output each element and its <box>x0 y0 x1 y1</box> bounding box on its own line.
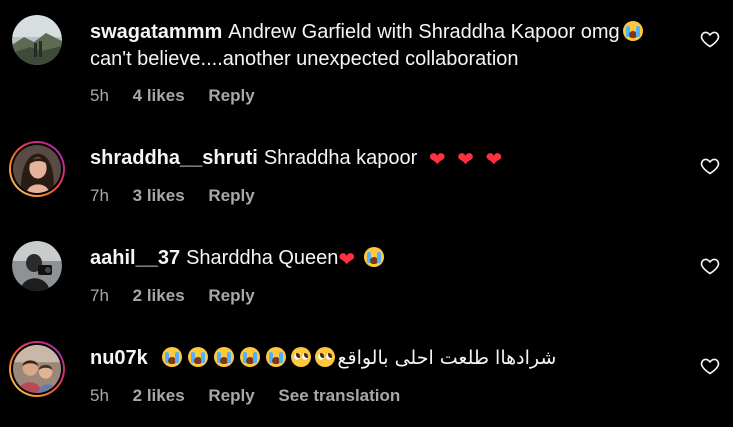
comments-list: swagatammm Andrew Garfield with Shraddha … <box>0 0 733 427</box>
pleading-face-icon <box>291 347 312 367</box>
reply-button[interactable]: Reply <box>208 186 254 205</box>
avatar[interactable] <box>12 15 62 65</box>
loudly-crying-face-icon <box>363 247 384 267</box>
landscape-photo-avatar-icon <box>12 15 62 65</box>
comment-text: Andrew Garfield with Shraddha Kapoor omg <box>228 21 620 43</box>
red-heart-icon: ❤ <box>457 147 474 171</box>
red-heart-icon: ❤ <box>428 147 446 171</box>
comment-likes[interactable]: 2 likes <box>133 386 185 405</box>
camera-person-avatar-icon <box>12 241 62 291</box>
comment-body: nu07k شرادهاا طلعت احلى بالواقع <box>90 345 680 372</box>
comment-text: Shraddha kapoor <box>263 147 418 169</box>
reply-button[interactable]: Reply <box>208 286 254 305</box>
comment-meta: 5h 2 likes Reply See translation <box>90 386 419 406</box>
comment-username[interactable]: swagatammm <box>90 21 222 43</box>
comment-time: 5h <box>90 86 109 105</box>
reply-button[interactable]: Reply <box>208 86 254 105</box>
comment-body: aahil__37 Sharddha Queen❤ <box>90 245 680 272</box>
comment-text: شرادهاا طلعت احلى بالواقع <box>337 347 557 369</box>
red-heart-icon: ❤ <box>338 247 356 271</box>
children-photo-avatar-icon <box>13 345 61 393</box>
comment-body: shraddha__shruti Shraddha kapoor ❤ ❤ ❤ <box>90 145 680 172</box>
loudly-crying-face-icon <box>266 347 287 367</box>
comment-text-continued: can't believe....another unexpected coll… <box>90 48 519 70</box>
avatar[interactable] <box>9 341 65 397</box>
comment-body: swagatammm Andrew Garfield with Shraddha … <box>90 19 680 73</box>
avatar[interactable] <box>9 141 65 197</box>
heart-outline-icon[interactable] <box>700 256 720 276</box>
loudly-crying-face-icon <box>214 347 235 367</box>
comment-username[interactable]: shraddha__shruti <box>90 147 258 169</box>
loudly-crying-face-icon <box>240 347 261 367</box>
comment-meta: 7h 2 likes Reply <box>90 286 274 306</box>
comment-time: 7h <box>90 286 109 305</box>
loudly-crying-face-icon <box>188 347 209 367</box>
comment-likes[interactable]: 4 likes <box>133 86 185 105</box>
comment-likes[interactable]: 3 likes <box>133 186 185 205</box>
comment-time: 7h <box>90 186 109 205</box>
comment-text: Sharddha Queen <box>186 247 339 269</box>
comment-meta: 5h 4 likes Reply <box>90 86 274 106</box>
heart-outline-icon[interactable] <box>700 356 720 376</box>
comment-meta: 7h 3 likes Reply <box>90 186 274 206</box>
loudly-crying-face-icon <box>162 347 183 367</box>
woman-portrait-avatar-icon <box>13 145 61 193</box>
heart-outline-icon[interactable] <box>700 156 720 176</box>
comment-likes[interactable]: 2 likes <box>133 286 185 305</box>
see-translation-button[interactable]: See translation <box>278 386 400 405</box>
heart-outline-icon[interactable] <box>700 29 720 49</box>
red-heart-icon: ❤ <box>485 147 503 171</box>
comment-username[interactable]: nu07k <box>90 347 148 369</box>
reply-button[interactable]: Reply <box>208 386 254 405</box>
avatar[interactable] <box>12 241 62 291</box>
pleading-face-icon <box>315 347 336 367</box>
comment-time: 5h <box>90 386 109 405</box>
loudly-crying-face-icon <box>622 21 643 41</box>
comment-username[interactable]: aahil__37 <box>90 247 180 269</box>
